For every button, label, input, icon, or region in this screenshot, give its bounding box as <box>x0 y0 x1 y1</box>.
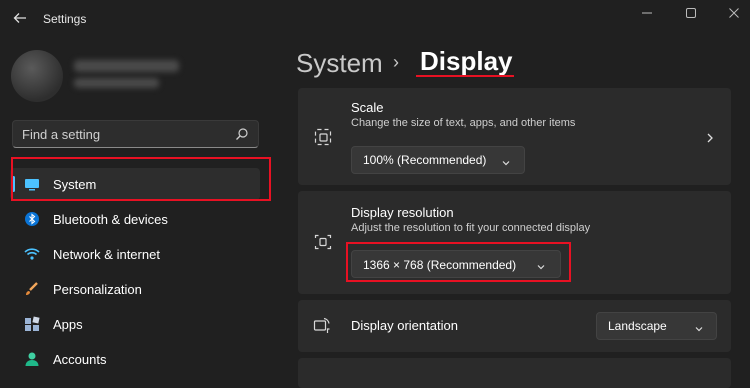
maximize-icon[interactable] <box>680 4 702 22</box>
orientation-dropdown-value: Landscape <box>608 319 667 333</box>
sidebar-item-accounts[interactable] <box>10 343 260 375</box>
bluetooth-icon <box>24 211 40 227</box>
sidebar-item-label: Accounts <box>53 352 107 367</box>
search-icon[interactable] <box>235 127 249 141</box>
breadcrumb-separator: › <box>393 52 399 72</box>
highlight-box-system <box>11 157 271 201</box>
page-title: Display <box>420 46 513 76</box>
person-icon <box>24 351 40 367</box>
account-email-blurred <box>74 78 159 88</box>
highlight-box-resolution <box>346 242 571 282</box>
chevron-down-icon <box>501 155 511 166</box>
resolution-icon <box>314 233 332 251</box>
brush-icon <box>24 281 40 297</box>
avatar[interactable] <box>11 50 63 102</box>
sidebar-item-label: Network & internet <box>53 247 160 262</box>
chevron-right-icon[interactable] <box>704 131 716 143</box>
next-setting-card[interactable] <box>298 358 731 388</box>
sidebar-item-apps[interactable] <box>10 308 260 340</box>
scale-icon <box>314 128 332 146</box>
minimize-icon[interactable] <box>636 4 658 22</box>
wifi-icon <box>24 246 40 262</box>
account-name-blurred <box>74 60 179 72</box>
orientation-icon <box>313 317 331 335</box>
close-icon[interactable] <box>723 4 745 22</box>
sidebar-item-label: Personalization <box>53 282 142 297</box>
apps-icon <box>24 316 40 332</box>
resolution-subtitle: Adjust the resolution to fit your connec… <box>351 222 591 234</box>
scale-title: Scale <box>351 100 384 115</box>
scale-subtitle: Change the size of text, apps, and other… <box>351 117 576 129</box>
search-placeholder: Find a setting <box>22 127 101 142</box>
breadcrumb-parent[interactable]: System <box>296 48 383 79</box>
orientation-title: Display orientation <box>351 318 458 333</box>
chevron-down-icon <box>694 321 704 332</box>
sidebar-item-label: Apps <box>53 317 83 332</box>
back-arrow-icon[interactable] <box>12 10 28 26</box>
sidebar-item-label: Bluetooth & devices <box>53 212 168 227</box>
window-title: Settings <box>43 12 87 26</box>
scale-dropdown-value: 100% (Recommended) <box>363 153 487 167</box>
highlight-underline <box>416 75 514 77</box>
resolution-title: Display resolution <box>351 205 454 220</box>
